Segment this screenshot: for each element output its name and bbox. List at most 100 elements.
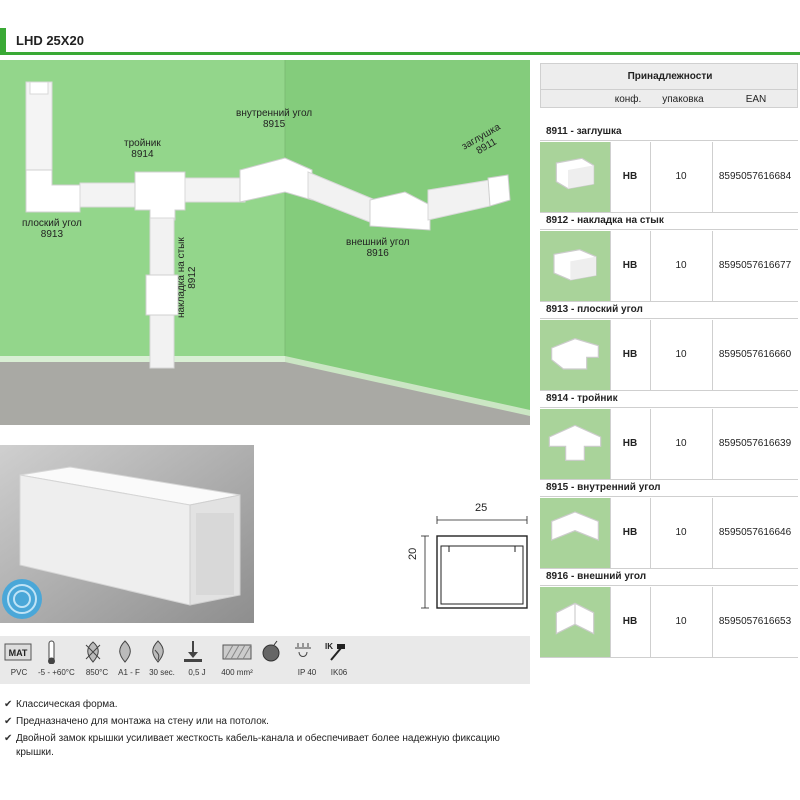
label-outer-name: внешний угол [346,237,410,248]
accessory-pack: 10 [675,616,687,627]
uv-ball-icon [262,640,280,662]
header-accent [0,28,6,54]
property-item: IK IK06 [322,640,356,677]
label-flat-name: плоский угол [22,218,82,229]
accessory-conf: HB [622,616,638,627]
product-photo [0,445,254,623]
width-dimension: 25 [475,502,488,514]
accessory-thumbnail [540,587,610,657]
accessory-title: 8914 - тройник [546,393,618,404]
accessory-conf: HB [622,260,638,271]
svg-text:MAT: MAT [9,648,28,658]
label-flat-code: 8913 [40,229,64,240]
property-label: IP 40 [297,668,317,677]
label-outer-corner: внешний угол 8916 [346,237,410,259]
row-divider [540,496,798,497]
flame-time-icon [152,640,164,663]
outer-corner-icon [555,602,595,635]
svg-text:IK: IK [325,642,333,651]
row-bottom [540,568,798,569]
accessory-title: 8912 - накладка на стык [546,215,664,226]
joint-cover-icon [553,249,597,281]
property-label: -5 - +60°C [38,668,75,677]
accessory-ean: 8595057616653 [718,616,792,627]
row-divider [540,585,798,586]
property-label: 850°C [85,668,109,677]
check-icon: ✔ [4,699,13,710]
accessory-conf: HB [622,438,638,449]
row-divider [540,318,798,319]
row-bottom [540,479,798,480]
label-flat-corner: плоский угол 8913 [22,218,82,240]
flat-corner-icon [551,338,599,370]
accessories-title: Принадлежности [627,71,713,82]
accessory-pack: 10 [675,171,687,182]
accessories-header: Принадлежности конф. упаковка EAN [540,63,798,108]
accessory-title: 8916 - внешний угол [546,571,647,582]
accessory-ean: 8595057616646 [718,527,792,538]
feature-text: Двойной замок крышки усиливает жесткость… [16,733,500,744]
impact-energy-icon [184,641,202,662]
feature-item: ✔ Классическая форма. [4,698,529,711]
col-pack: упаковка [662,94,704,105]
accessory-pack: 10 [675,527,687,538]
row-bottom [540,657,798,658]
row-bottom [540,390,798,391]
label-outer-code: 8916 [366,248,389,259]
feature-text: крышки. [16,747,54,758]
label-tee-name: тройник [124,138,161,149]
property-item: 400 mm² [220,640,254,677]
label-joint-cover: накладка на стык 8912 [176,237,198,318]
property-item: 0,5 J [180,640,214,677]
feature-text: Предназначено для монтажа на стену или н… [16,716,269,727]
end-cap-icon [555,157,595,190]
label-joint-name: накладка на стык [176,237,187,318]
accessory-ean: 8595057616684 [718,171,792,182]
glow-wire-icon [85,641,101,663]
property-label: 400 mm² [221,668,253,677]
col-ean: EAN [745,94,767,105]
property-item [258,640,292,668]
property-label: IK06 [330,668,348,677]
profile-drawing: 25 20 [405,500,535,610]
accessory-thumbnail [540,231,610,301]
thermometer-icon [48,640,55,664]
check-icon: ✔ [4,733,13,744]
feature-text: Классическая форма. [16,699,118,710]
property-item: IP 40 [290,640,324,677]
accessory-thumbnail [540,409,610,479]
feature-item: ✔ Двойной замок крышки усиливает жесткост… [4,732,529,745]
label-inner-code: 8915 [262,119,286,130]
accessory-pack: 10 [675,438,687,449]
feature-item-continuation: крышки. [4,746,541,759]
page-title: LHD 25X20 [16,33,84,48]
accessory-conf: HB [622,527,638,538]
accessory-conf: HB [622,349,638,360]
accessory-conf: HB [622,171,638,182]
check-icon: ✔ [4,716,13,727]
accessory-thumbnail [540,142,610,212]
accessory-title: 8911 - заглушка [546,126,622,137]
property-item: 30 sec. [145,640,179,677]
row-divider [540,229,798,230]
col-conf: конф. [614,94,642,105]
label-inner-corner: внутренний угол 8915 [236,108,312,130]
property-item: -5 - +60°C [38,640,75,677]
accessory-pack: 10 [675,260,687,271]
header-divider [541,89,797,90]
accessory-thumbnail [540,498,610,568]
installation-scene: тройник 8914 внутренний угол 8915 заглушка… [0,60,530,425]
accessory-ean: 8595057616660 [718,349,792,360]
page-header: LHD 25X20 [0,28,800,55]
property-label: 0,5 J [188,668,206,677]
material-icon: MAT [4,643,32,661]
row-divider [540,407,798,408]
height-dimension: 20 [407,547,419,560]
ik-hammer-icon: IK [325,642,345,661]
row-bottom [540,212,798,213]
accessory-ean: 8595057616677 [718,260,792,271]
accessory-title: 8915 - внутренний угол [546,482,661,493]
header-rule [0,52,800,55]
property-label: A1 - F [118,668,140,677]
row-bottom [540,301,798,302]
